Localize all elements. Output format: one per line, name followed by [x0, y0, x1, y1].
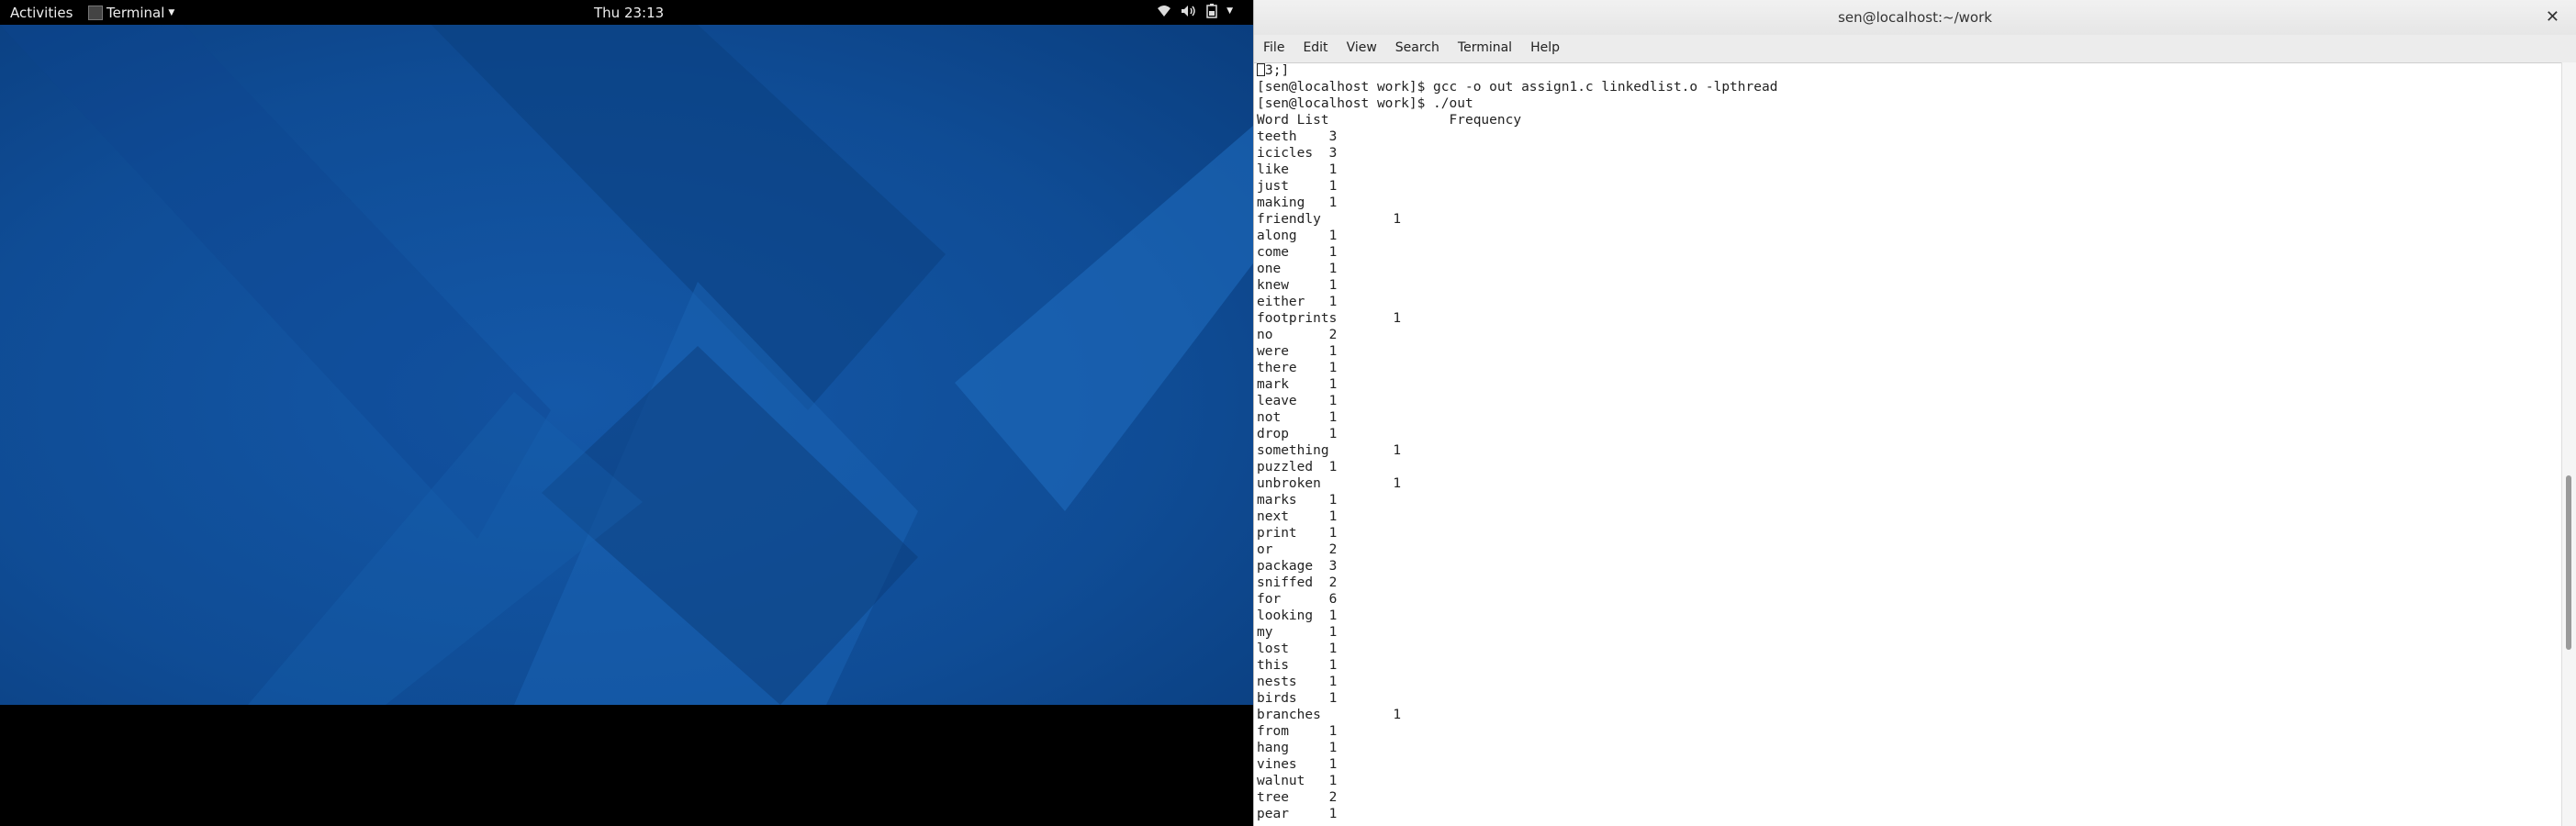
- terminal-line: walnut 1: [1257, 774, 1338, 788]
- menu-edit[interactable]: Edit: [1294, 35, 1337, 62]
- wallpaper-graphic: [0, 25, 1253, 705]
- terminal-text: 3;] [sen@localhost work]$ gcc -o out assi…: [1257, 62, 2562, 822]
- menu-bar: File Edit View Search Terminal Help: [1254, 35, 2576, 63]
- terminal-line: either 1: [1257, 295, 1338, 309]
- terminal-window[interactable]: sen@localhost:~/work ✕ File Edit View Se…: [1253, 0, 2576, 826]
- menu-view[interactable]: View: [1338, 35, 1386, 62]
- menu-terminal[interactable]: Terminal: [1449, 35, 1521, 62]
- terminal-line: mark 1: [1257, 377, 1338, 392]
- app-menu[interactable]: Terminal ▼: [88, 5, 174, 21]
- terminal-line: looking 1: [1257, 608, 1338, 623]
- chevron-down-icon: ▼: [168, 8, 175, 17]
- terminal-line: were 1: [1257, 344, 1338, 359]
- terminal-line: drop 1: [1257, 427, 1338, 441]
- terminal-line: Word List Frequency: [1257, 113, 1522, 128]
- top-bar: Activities Terminal ▼ Thu 23:13 ▼: [0, 0, 1253, 25]
- terminal-line: package 3: [1257, 559, 1338, 574]
- terminal-line: making 1: [1257, 195, 1338, 210]
- wifi-icon: [1158, 6, 1171, 17]
- scrollbar-thumb[interactable]: [2566, 475, 2571, 650]
- terminal-line: nests 1: [1257, 675, 1338, 689]
- terminal-line: this 1: [1257, 658, 1338, 673]
- tray-chevron-down-icon: ▼: [1226, 6, 1233, 16]
- terminal-line: hang 1: [1257, 741, 1338, 755]
- activities-button[interactable]: Activities: [10, 5, 73, 21]
- volume-icon: [1182, 6, 1195, 17]
- control-char-glyph: [1257, 63, 1265, 76]
- app-menu-label: Terminal: [106, 5, 165, 21]
- terminal-line: sniffed 2: [1257, 575, 1338, 590]
- terminal-line: along 1: [1257, 229, 1338, 243]
- terminal-line: icicles 3: [1257, 146, 1338, 161]
- terminal-line: my 1: [1257, 625, 1338, 640]
- terminal-line: footprints 1: [1257, 311, 1402, 326]
- terminal-line: there 1: [1257, 361, 1338, 375]
- terminal-line: for 6: [1257, 592, 1338, 607]
- terminal-line: [sen@localhost work]$ ./out: [1257, 96, 1473, 111]
- menu-help[interactable]: Help: [1521, 35, 1569, 62]
- battery-icon: [1206, 4, 1217, 18]
- terminal-output[interactable]: 3;] [sen@localhost work]$ gcc -o out assi…: [1254, 62, 2562, 826]
- terminal-line: from 1: [1257, 724, 1338, 739]
- terminal-line: leave 1: [1257, 394, 1338, 408]
- menu-file[interactable]: File: [1254, 35, 1294, 62]
- terminal-line: teeth 3: [1257, 129, 1338, 144]
- terminal-line: lost 1: [1257, 642, 1338, 656]
- terminal-line: something 1: [1257, 443, 1402, 458]
- terminal-line: print 1: [1257, 526, 1338, 541]
- terminal-line: friendly 1: [1257, 212, 1402, 227]
- terminal-line: puzzled 1: [1257, 460, 1338, 474]
- clock[interactable]: Thu 23:13: [594, 5, 664, 21]
- terminal-line: not 1: [1257, 410, 1338, 425]
- desktop-wallpaper: [0, 25, 1253, 705]
- terminal-line: marks 1: [1257, 493, 1338, 508]
- terminal-line: no 2: [1257, 328, 1338, 342]
- terminal-line: tree 2: [1257, 790, 1338, 805]
- terminal-line: just 1: [1257, 179, 1338, 194]
- terminal-line: pear 1: [1257, 807, 1338, 821]
- terminal-line: like 1: [1257, 162, 1338, 177]
- scrollbar[interactable]: [2561, 62, 2576, 826]
- window-titlebar[interactable]: sen@localhost:~/work ✕: [1254, 0, 2576, 35]
- terminal-line: one 1: [1257, 262, 1338, 276]
- system-tray[interactable]: ▼: [1157, 4, 1233, 18]
- terminal-line: branches 1: [1257, 708, 1402, 722]
- terminal-line: [sen@localhost work]$ gcc -o out assign1…: [1257, 80, 1778, 95]
- terminal-line: or 2: [1257, 542, 1338, 557]
- menu-search[interactable]: Search: [1386, 35, 1449, 62]
- terminal-line: next 1: [1257, 509, 1338, 524]
- terminal-line: 3;]: [1257, 62, 2562, 79]
- terminal-line: come 1: [1257, 245, 1338, 260]
- terminal-line: unbroken 1: [1257, 476, 1402, 491]
- terminal-line: knew 1: [1257, 278, 1338, 293]
- terminal-app-icon: [88, 6, 103, 20]
- close-icon[interactable]: ✕: [2546, 0, 2559, 35]
- terminal-line: birds 1: [1257, 691, 1338, 706]
- window-title: sen@localhost:~/work: [1838, 9, 1992, 26]
- terminal-line: vines 1: [1257, 757, 1338, 772]
- desktop-empty-area: [0, 705, 1253, 826]
